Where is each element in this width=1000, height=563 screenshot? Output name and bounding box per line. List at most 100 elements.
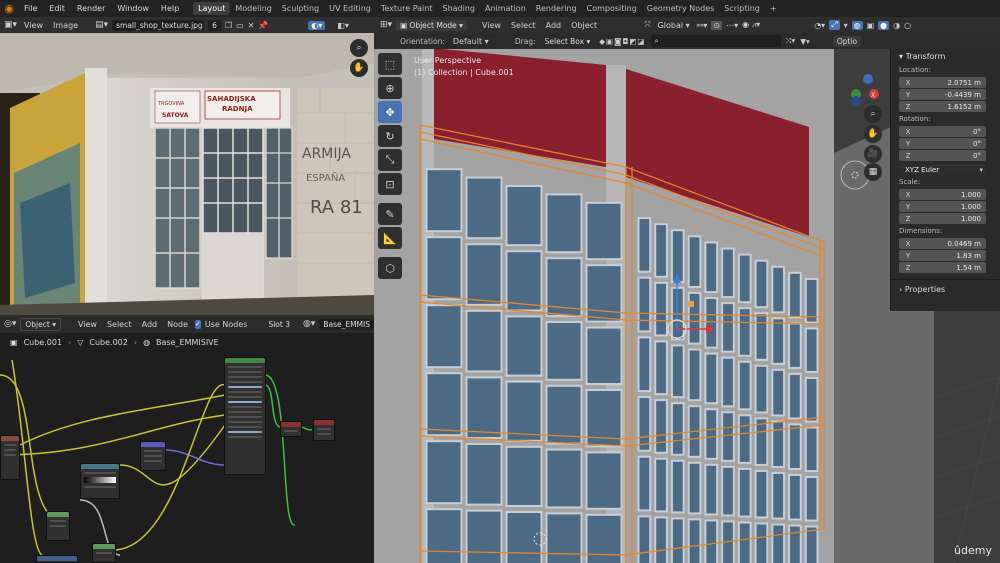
menu-window[interactable]: Window [111, 4, 155, 13]
viewport-pan-icon[interactable]: ✋ [864, 125, 882, 143]
measure-tool-icon[interactable]: 📐 [378, 227, 402, 249]
tab-shading[interactable]: Shading [437, 2, 480, 15]
add-cube-tool-icon[interactable]: ⬡ [378, 257, 402, 279]
tab-scripting[interactable]: Scripting [719, 2, 765, 15]
camera-view-icon[interactable]: 🎥 [864, 145, 882, 163]
window-pane [737, 414, 752, 464]
image-texture-node[interactable] [0, 435, 20, 480]
cursor-tool-icon[interactable]: ⊕ [378, 77, 402, 99]
tab-geometry-nodes[interactable]: Geometry Nodes [642, 2, 719, 15]
move-tool-icon[interactable]: ✥ [378, 101, 402, 123]
menu-file[interactable]: File [18, 4, 43, 13]
editor-type-icon[interactable]: ▣▾ [4, 20, 17, 30]
proportional-edit-icon[interactable]: ◉ ⩘▾ [742, 20, 760, 30]
open-image-icon[interactable]: ▭ [236, 21, 244, 30]
tab-modeling[interactable]: Modeling [230, 2, 276, 15]
viewport-add-menu[interactable]: Add [543, 21, 565, 30]
orientation-dropdown[interactable]: Default ▾ [450, 37, 510, 46]
select-box-tool-icon[interactable]: ⬚ [378, 53, 402, 75]
interaction-mode-dropdown[interactable]: ▣ Object Mode ▾ [396, 19, 467, 31]
rotation-x-field[interactable]: X 0° [899, 126, 986, 137]
visibility-icon[interactable]: ◔▾ [814, 21, 825, 30]
add-workspace-button[interactable]: + [765, 2, 782, 15]
rotation-z-field[interactable]: Z 0° [899, 150, 986, 161]
menu-render[interactable]: Render [71, 4, 111, 13]
new-image-icon[interactable]: ❐ [225, 21, 232, 30]
zoom-icon[interactable]: ⌕ [350, 39, 368, 57]
window-pane [637, 515, 652, 563]
tab-rendering[interactable]: Rendering [531, 2, 582, 15]
select-mode-icons[interactable]: ◆▣◙◘◩◪ [599, 37, 645, 46]
gizmo-dropdown-icon[interactable]: ▾ [844, 21, 848, 30]
shading-solid-icon[interactable]: ● [878, 20, 890, 30]
xray-icon[interactable]: ▣ [867, 21, 875, 30]
scale-y-field[interactable]: Y 1.000 [899, 201, 986, 212]
viewport-editor-type-icon[interactable]: ⊞▾ [380, 20, 392, 30]
properties-section-header[interactable]: › Properties [891, 279, 1000, 297]
view-mode-icon[interactable]: ◐▾ [308, 20, 326, 30]
pivot-icon[interactable]: ⚯▾ [697, 21, 708, 30]
snap-icon[interactable]: ⊙ [711, 20, 723, 30]
gizmo-toggle-icon[interactable]: ⤢ [829, 20, 840, 30]
perspective-toggle-icon[interactable]: ▦ [864, 163, 882, 181]
location-x-field[interactable]: X 2.0751 m [899, 77, 986, 88]
scale-z-field[interactable]: Z 1.000 [899, 213, 986, 224]
image-browse-icon[interactable]: ▤▾ [95, 20, 108, 30]
transform-orientation-dropdown[interactable]: Global ▾ [655, 21, 693, 30]
dimensions-z-field[interactable]: Z 1.54 m [899, 262, 986, 273]
image-users-count[interactable]: 6 [208, 19, 221, 31]
blender-logo-icon[interactable]: ◉ [0, 0, 18, 17]
tab-animation[interactable]: Animation [480, 2, 531, 15]
image-image-menu[interactable]: Image [50, 21, 81, 30]
shading-rendered-icon[interactable]: ○ [904, 21, 911, 30]
annotate-tool-icon[interactable]: ✎ [378, 203, 402, 225]
mix-node[interactable] [46, 511, 70, 541]
dimensions-x-field[interactable]: X 0.0469 m [899, 238, 986, 249]
image-view-menu[interactable]: View [21, 21, 46, 30]
3d-viewport[interactable]: X ⊞▾ ▣ Object Mode ▾ View Select Add Obj… [374, 17, 1000, 563]
snap-settings-icon[interactable]: ⋯▾ [726, 21, 738, 30]
display-channels-icon[interactable]: ◧▾ [337, 21, 349, 30]
options-dropdown[interactable]: Optio [832, 35, 862, 47]
filter-icon[interactable]: ⤨▾ [786, 36, 796, 46]
texture-coord-node[interactable] [92, 543, 116, 563]
tab-layout[interactable]: Layout [193, 2, 231, 15]
tab-texture-paint[interactable]: Texture Paint [376, 2, 438, 15]
output-node[interactable] [313, 419, 335, 441]
reroute-node[interactable] [36, 555, 78, 563]
viewport-object-menu[interactable]: Object [568, 21, 600, 30]
pan-hand-icon[interactable]: ✋ [350, 59, 368, 77]
image-name-field[interactable]: small_shop_texture.jpg [112, 19, 205, 31]
menu-help[interactable]: Help [155, 4, 185, 13]
pin-icon[interactable]: 📌 [258, 21, 268, 30]
color-ramp-node[interactable] [80, 463, 120, 499]
viewport-select-menu[interactable]: Select [508, 21, 539, 30]
tab-uv-editing[interactable]: UV Editing [324, 2, 376, 15]
scale-x-field[interactable]: X 1.000 [899, 189, 986, 200]
funnel-icon[interactable]: ▼▾ [800, 37, 810, 46]
shading-material-icon[interactable]: ◑ [893, 21, 900, 30]
scale-tool-icon[interactable]: ⤡ [378, 149, 402, 171]
principled-bsdf-node[interactable] [224, 357, 266, 475]
viewport-zoom-icon[interactable]: ⌕ [864, 105, 882, 123]
viewport-view-menu[interactable]: View [479, 21, 504, 30]
drag-dropdown[interactable]: Select Box ▾ [540, 35, 595, 47]
rotate-tool-icon[interactable]: ↻ [378, 125, 402, 147]
tab-compositing[interactable]: Compositing [582, 2, 642, 15]
vector-math-node[interactable] [140, 441, 166, 471]
transform-tool-icon[interactable]: ⊡ [378, 173, 402, 195]
material-output-node[interactable] [280, 421, 302, 437]
transform-section-header[interactable]: ▾ Transform [891, 49, 1000, 64]
overlay-toggle-icon[interactable]: ◍ [851, 20, 863, 30]
menu-edit[interactable]: Edit [43, 4, 71, 13]
location-y-field[interactable]: Y -0.4439 m [899, 89, 986, 100]
tab-sculpting[interactable]: Sculpting [277, 2, 324, 15]
window-pane [771, 368, 786, 417]
close-icon[interactable]: ✕ [248, 21, 255, 30]
location-z-field[interactable]: Z 1.6152 m [899, 101, 986, 112]
rotation-mode-dropdown[interactable]: XYZ Euler ▾ [899, 164, 986, 175]
viewport-search-input[interactable]: ⌕ [650, 35, 781, 47]
dimensions-y-field[interactable]: Y 1.83 m [899, 250, 986, 261]
rotation-y-field[interactable]: Y 0° [899, 138, 986, 149]
transform-orientation-icon[interactable]: ⤧ [644, 20, 650, 30]
